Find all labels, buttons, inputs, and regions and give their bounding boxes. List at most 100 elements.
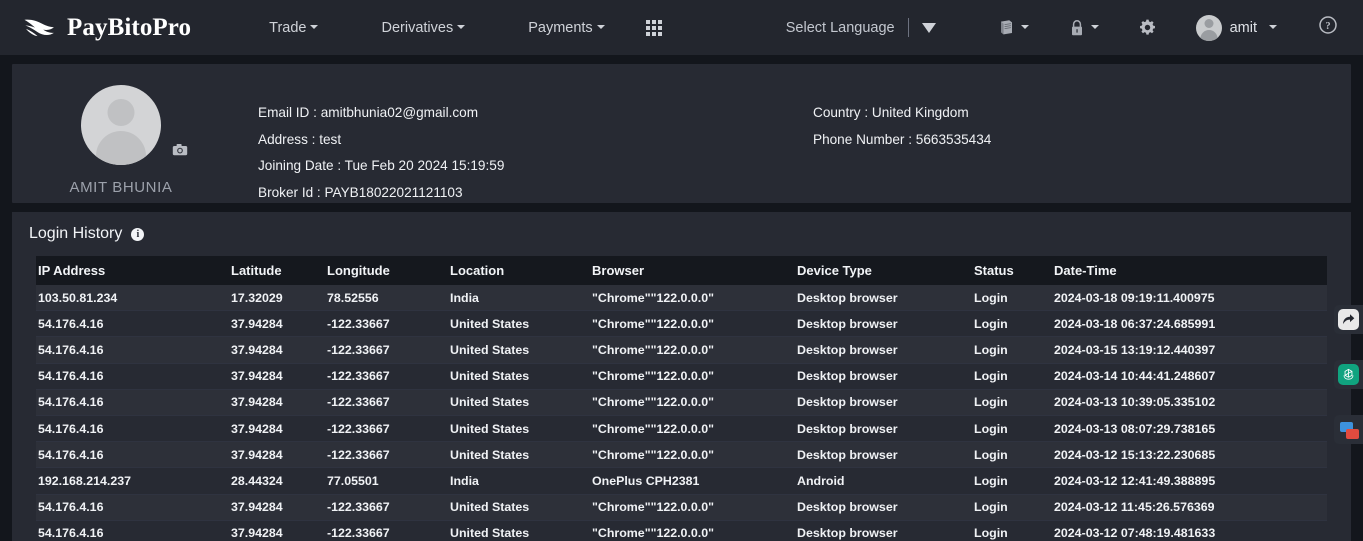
main-nav-links: Trade Derivatives Payments: [269, 19, 662, 36]
cell-status: Login: [974, 520, 1054, 541]
cell-longitude: 78.52556: [327, 285, 450, 312]
chat-bubble-red: [1346, 429, 1359, 439]
cell-longitude: -122.33667: [327, 389, 450, 416]
info-icon[interactable]: i: [131, 227, 145, 241]
table-row[interactable]: 103.50.81.234 17.32029 78.52556 India "Chrom…: [36, 285, 1327, 312]
cell-status: Login: [974, 415, 1054, 443]
share-widget[interactable]: [1334, 305, 1363, 334]
help-button[interactable]: ?: [1319, 16, 1337, 39]
cell-date-time: 2024-03-12 11:45:26.576369: [1054, 494, 1327, 521]
settings-button[interactable]: [1139, 19, 1156, 36]
cell-location: United States: [450, 520, 592, 541]
eagle-logo-icon: [22, 14, 58, 42]
cell-latitude: 37.94284: [231, 363, 327, 390]
cell-device-type: Desktop browser: [797, 285, 974, 312]
column-header-device-type[interactable]: Device Type: [797, 256, 974, 285]
cell-ip-address: 54.176.4.16: [36, 494, 231, 521]
table-header: IP Address Latitude Longitude Location B…: [36, 256, 1327, 285]
grid-dot: [657, 31, 662, 36]
cell-date-time: 2024-03-13 10:39:05.335102: [1054, 389, 1327, 416]
login-history-header: Login History i: [12, 225, 1351, 243]
cell-ip-address: 54.176.4.16: [36, 520, 231, 541]
cell-status: Login: [974, 467, 1054, 495]
cell-browser: "Chrome""122.0.0.0": [592, 520, 797, 541]
nav-item-derivatives-label: Derivatives: [381, 19, 454, 36]
book-icon: [998, 19, 1015, 36]
cell-location: United States: [450, 310, 592, 338]
cell-latitude: 37.94284: [231, 520, 327, 541]
cell-browser: "Chrome""122.0.0.0": [592, 285, 797, 312]
profile-avatar-block: AMIT BHUNIA: [12, 64, 230, 196]
profile-broker-id: Broker Id : PAYB18022021121103: [258, 184, 463, 200]
cell-longitude: -122.33667: [327, 415, 450, 443]
chevron-down-icon: [1020, 25, 1029, 29]
cell-longitude: 77.05501: [327, 467, 450, 495]
cell-location: United States: [450, 389, 592, 416]
cell-longitude: -122.33667: [327, 520, 450, 541]
chevron-down-icon[interactable]: [921, 22, 936, 33]
chat-bubbles-icon: [1336, 418, 1361, 441]
cell-location: India: [450, 285, 592, 312]
cell-status: Login: [974, 285, 1054, 312]
grid-dot: [651, 19, 656, 24]
chatgpt-widget[interactable]: [1334, 360, 1363, 389]
cell-longitude: -122.33667: [327, 363, 450, 390]
column-header-longitude[interactable]: Longitude: [327, 256, 450, 285]
nav-item-derivatives[interactable]: Derivatives: [381, 19, 466, 36]
profile-phone-number: Phone Number : 5663535434: [813, 131, 992, 147]
column-header-latitude[interactable]: Latitude: [231, 256, 327, 285]
language-selector[interactable]: Select Language: [786, 18, 936, 37]
table-row[interactable]: 54.176.4.16 37.94284 -122.33667 United Stat…: [36, 415, 1327, 443]
profile-summary-card: AMIT BHUNIA Email ID : amitbhunia02@gmai…: [12, 64, 1351, 203]
user-avatar-icon: [1195, 14, 1222, 41]
table-row[interactable]: 192.168.214.237 28.44324 77.05501 India OneP…: [36, 467, 1327, 495]
brand-logo-link[interactable]: PayBitoPro: [22, 14, 191, 42]
cell-location: India: [450, 467, 592, 495]
cell-latitude: 37.94284: [231, 336, 327, 364]
avatar: [81, 85, 161, 165]
page-title: Login History: [29, 225, 123, 242]
camera-icon[interactable]: [172, 143, 188, 161]
cell-latitude: 37.94284: [231, 494, 327, 521]
column-header-ip-address[interactable]: IP Address: [36, 256, 231, 285]
column-header-date-time[interactable]: Date-Time: [1054, 256, 1327, 285]
cell-status: Login: [974, 389, 1054, 416]
column-header-browser[interactable]: Browser: [592, 256, 797, 285]
cell-ip-address: 103.50.81.234: [36, 285, 231, 312]
cell-latitude: 28.44324: [231, 467, 327, 495]
column-header-status[interactable]: Status: [974, 256, 1054, 285]
chevron-down-icon: [457, 25, 466, 30]
cell-date-time: 2024-03-12 15:13:22.230685: [1054, 441, 1327, 469]
apps-grid-icon[interactable]: [645, 19, 662, 36]
cell-browser: "Chrome""122.0.0.0": [592, 363, 797, 390]
cell-browser: "Chrome""122.0.0.0": [592, 494, 797, 521]
cell-status: Login: [974, 441, 1054, 469]
user-menu-button[interactable]: amit: [1195, 14, 1277, 41]
cell-date-time: 2024-03-13 08:07:29.738165: [1054, 415, 1327, 443]
table-row[interactable]: 54.176.4.16 37.94284 -122.33667 United Stat…: [36, 389, 1327, 416]
cell-device-type: Desktop browser: [797, 363, 974, 390]
grid-dot: [651, 25, 656, 30]
book-menu-button[interactable]: [998, 19, 1029, 36]
lock-menu-button[interactable]: [1069, 19, 1099, 37]
table-row[interactable]: 54.176.4.16 37.94284 -122.33667 United Stat…: [36, 494, 1327, 521]
cell-device-type: Desktop browser: [797, 520, 974, 541]
table-row[interactable]: 54.176.4.16 37.94284 -122.33667 United Stat…: [36, 520, 1327, 541]
chat-widget[interactable]: [1334, 415, 1363, 444]
column-header-location[interactable]: Location: [450, 256, 592, 285]
profile-country: Country : United Kingdom: [813, 105, 969, 120]
floating-side-widgets: [1334, 305, 1363, 444]
table-row[interactable]: 54.176.4.16 37.94284 -122.33667 United Stat…: [36, 363, 1327, 390]
table-row[interactable]: 54.176.4.16 37.94284 -122.33667 United Stat…: [36, 336, 1327, 364]
cell-browser: OnePlus CPH2381: [592, 467, 797, 495]
nav-item-trade-label: Trade: [269, 19, 307, 36]
table-row[interactable]: 54.176.4.16 37.94284 -122.33667 United Stat…: [36, 310, 1327, 338]
user-menu-label: amit: [1229, 19, 1257, 36]
cell-ip-address: 54.176.4.16: [36, 389, 231, 416]
nav-item-trade[interactable]: Trade: [269, 19, 319, 36]
grid-dot: [657, 25, 662, 30]
grid-dot: [645, 19, 650, 24]
table-row[interactable]: 54.176.4.16 37.94284 -122.33667 United Stat…: [36, 441, 1327, 469]
cell-browser: "Chrome""122.0.0.0": [592, 310, 797, 338]
nav-item-payments[interactable]: Payments: [528, 20, 605, 36]
